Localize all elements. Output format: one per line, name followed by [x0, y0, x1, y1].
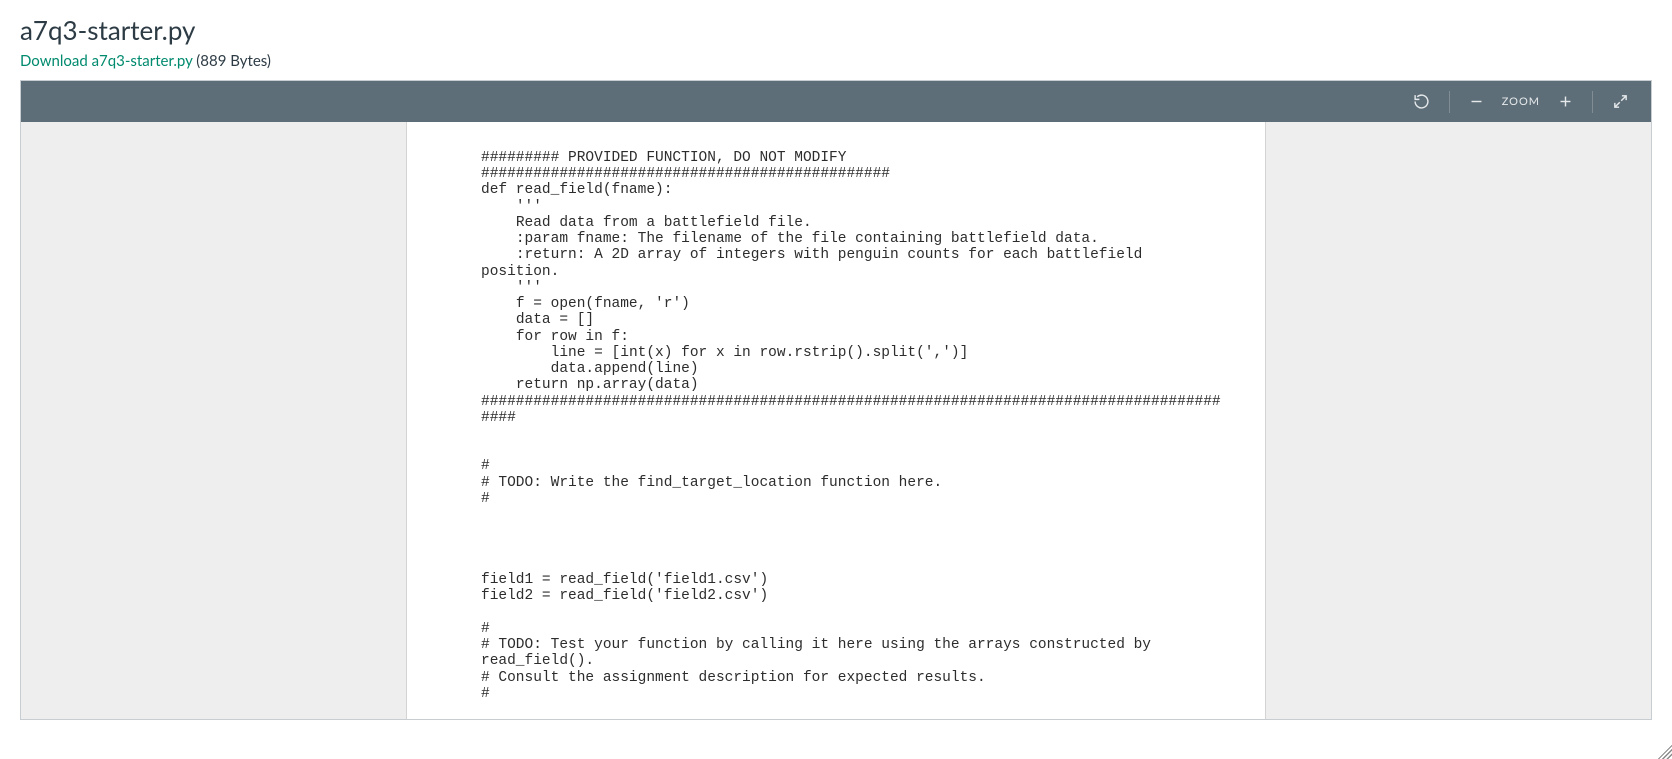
expand-icon: [1612, 93, 1629, 110]
file-size: (889 Bytes): [196, 52, 271, 70]
document-viewer: ZOOM ######### PROVIDED FUNCTION, DO NOT…: [20, 80, 1652, 720]
page-title: a7q3-starter.py: [0, 0, 1672, 52]
resize-grip[interactable]: [1654, 741, 1672, 759]
zoom-label: ZOOM: [1502, 95, 1540, 108]
refresh-button[interactable]: [1405, 85, 1439, 119]
toolbar-divider: [1449, 91, 1450, 113]
viewer-toolbar: ZOOM: [21, 81, 1651, 122]
toolbar-divider: [1592, 91, 1593, 113]
download-row: Download a7q3-starter.py (889 Bytes): [0, 52, 1672, 80]
zoom-in-button[interactable]: [1548, 85, 1582, 119]
viewer-body[interactable]: ######### PROVIDED FUNCTION, DO NOT MODI…: [21, 122, 1651, 719]
code-content: ######### PROVIDED FUNCTION, DO NOT MODI…: [481, 150, 1225, 702]
document-page: ######### PROVIDED FUNCTION, DO NOT MODI…: [406, 122, 1266, 719]
download-link[interactable]: Download a7q3-starter.py: [20, 52, 192, 70]
fullscreen-button[interactable]: [1603, 85, 1637, 119]
zoom-out-button[interactable]: [1460, 85, 1494, 119]
refresh-icon: [1413, 93, 1430, 110]
minus-icon: [1468, 93, 1485, 110]
plus-icon: [1557, 93, 1574, 110]
